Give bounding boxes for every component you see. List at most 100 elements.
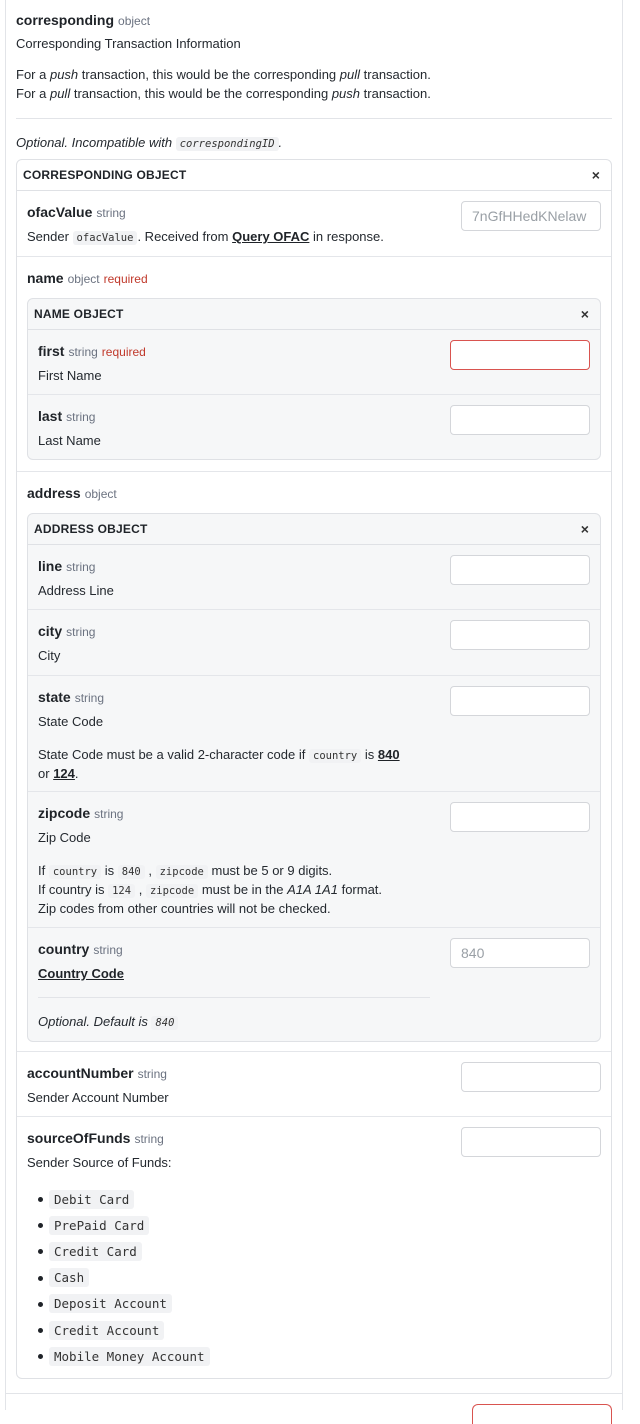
required-badge: required <box>103 272 148 286</box>
field-type: string <box>74 691 105 705</box>
field-type: object <box>84 487 117 501</box>
field-header: address object <box>27 485 117 501</box>
push-line: For a push transaction, this would be th… <box>16 67 431 82</box>
required-badge: required <box>101 345 146 359</box>
zipcode-note-line: If country is 124 , zipcode must be in t… <box>38 882 383 898</box>
action-button[interactable] <box>472 1404 612 1424</box>
object-box-title: NAME OBJECT <box>34 307 124 321</box>
field-type: string <box>66 625 96 639</box>
field-name: address <box>27 485 81 501</box>
corresponding-object-box: CORRESPONDING OBJECT × ofacValue string S… <box>16 159 612 1379</box>
object-box-title: ADDRESS OBJECT <box>34 522 148 536</box>
field-name: first <box>38 343 65 359</box>
object-box-title: CORRESPONDING OBJECT <box>23 168 187 182</box>
field-name: city <box>38 623 63 639</box>
country-input[interactable] <box>450 938 590 968</box>
field-zipcode: zipcode string Zip Code If country is 840… <box>28 792 600 928</box>
param-type: object <box>118 14 151 28</box>
field-address-object: address object ADDRESS OBJECT × line strin… <box>17 472 611 1052</box>
list-item: PrePaid Card <box>38 1212 210 1238</box>
code-124-link[interactable]: 124 <box>53 766 75 781</box>
first-name-input[interactable] <box>450 340 590 370</box>
corresponding-object-header: CORRESPONDING OBJECT × <box>17 160 611 191</box>
close-icon[interactable]: × <box>589 167 603 183</box>
address-object-box: ADDRESS OBJECT × line string Address Line… <box>27 513 601 1042</box>
field-header: first string required <box>38 343 146 359</box>
field-type: string <box>68 345 98 359</box>
name-object-header: NAME OBJECT × <box>28 299 600 330</box>
ofacvalue-code: ofacValue <box>72 231 138 245</box>
field-sourceoffunds: sourceOfFunds string Sender Source of Fun… <box>17 1117 611 1378</box>
source-options-list: Debit Card PrePaid Card Credit Card Cash… <box>27 1186 210 1369</box>
source-of-funds-input[interactable] <box>461 1127 601 1157</box>
field-header: zipcode string <box>38 805 123 821</box>
field-type: string <box>66 560 96 574</box>
field-name: sourceOfFunds <box>27 1130 131 1146</box>
field-country: country string Country Code Optional. Def… <box>28 928 600 1041</box>
field-header: ofacValue string <box>27 204 126 220</box>
last-name-input[interactable] <box>450 405 590 435</box>
list-item: Cash <box>38 1265 210 1291</box>
city-input[interactable] <box>450 620 590 650</box>
field-last: last string Last Name <box>28 395 600 459</box>
push-pull-explanation: For a push transaction, this would be th… <box>16 65 612 103</box>
field-name: accountNumber <box>27 1065 134 1081</box>
field-description: Sender Account Number <box>27 1090 169 1105</box>
field-header: line string <box>38 558 95 574</box>
field-city: city string City <box>28 610 600 676</box>
field-type: string <box>93 943 123 957</box>
optional-note: Optional. Incompatible with correspondin… <box>16 135 283 151</box>
zipcode-note: If country is 840 , zipcode must be 5 or… <box>38 862 382 918</box>
state-note: State Code must be a valid 2-character c… <box>38 747 400 781</box>
field-ofacvalue: ofacValue string Sender ofacValue. Receiv… <box>17 191 611 257</box>
address-line-input[interactable] <box>450 555 590 585</box>
address-object-header: ADDRESS OBJECT × <box>28 514 600 545</box>
param-description: Corresponding Transaction Information <box>16 36 241 51</box>
field-name: name <box>27 270 64 286</box>
field-description: Zip Code <box>38 830 91 845</box>
field-type: string <box>66 410 96 424</box>
field-name: line <box>38 558 63 574</box>
field-description: State Code <box>38 714 104 729</box>
field-name: zipcode <box>38 805 91 821</box>
country-code-link[interactable]: Country Code <box>38 966 124 981</box>
field-header: city string <box>38 623 95 639</box>
field-description: First Name <box>38 368 102 383</box>
field-name: ofacValue <box>27 204 93 220</box>
account-number-input[interactable] <box>461 1062 601 1092</box>
list-item: Debit Card <box>38 1186 210 1212</box>
country-optional-note: Optional. Default is 840 <box>38 1014 179 1030</box>
field-description: Country Code <box>38 966 124 981</box>
code-840-link[interactable]: 840 <box>378 747 400 762</box>
field-state: state string State Code State Code must b… <box>28 676 600 792</box>
field-description: Address Line <box>38 583 114 598</box>
state-input[interactable] <box>450 686 590 716</box>
field-type: string <box>94 807 124 821</box>
field-first: first string required First Name <box>28 330 600 395</box>
pull-line: For a pull transaction, this would be th… <box>16 86 431 101</box>
field-type: string <box>96 206 126 220</box>
default-code: 840 <box>151 1016 179 1030</box>
ofacvalue-input[interactable] <box>461 201 601 231</box>
field-type: string <box>137 1067 167 1081</box>
field-description: Sender ofacValue. Received from Query OF… <box>27 229 384 245</box>
close-icon[interactable]: × <box>578 306 592 322</box>
param-name: corresponding <box>16 12 115 28</box>
corresponding-section: corresponding object Corresponding Trans… <box>6 0 622 1379</box>
field-header: accountNumber string <box>27 1065 167 1081</box>
zipcode-input[interactable] <box>450 802 590 832</box>
query-ofac-link[interactable]: Query OFAC <box>232 229 309 244</box>
field-type: object <box>67 272 100 286</box>
corresponding-header: corresponding object <box>16 12 612 32</box>
field-name: country <box>38 941 90 957</box>
field-type: string <box>134 1132 164 1146</box>
zipcode-note-line: If country is 840 , zipcode must be 5 or… <box>38 863 333 879</box>
field-header: name object required <box>27 270 148 286</box>
field-description: Last Name <box>38 433 101 448</box>
close-icon[interactable]: × <box>578 521 592 537</box>
field-header: country string <box>38 941 123 957</box>
field-header: sourceOfFunds string <box>27 1130 164 1146</box>
divider <box>16 118 612 119</box>
list-item: Credit Card <box>38 1238 210 1264</box>
country-code: country <box>309 749 362 763</box>
